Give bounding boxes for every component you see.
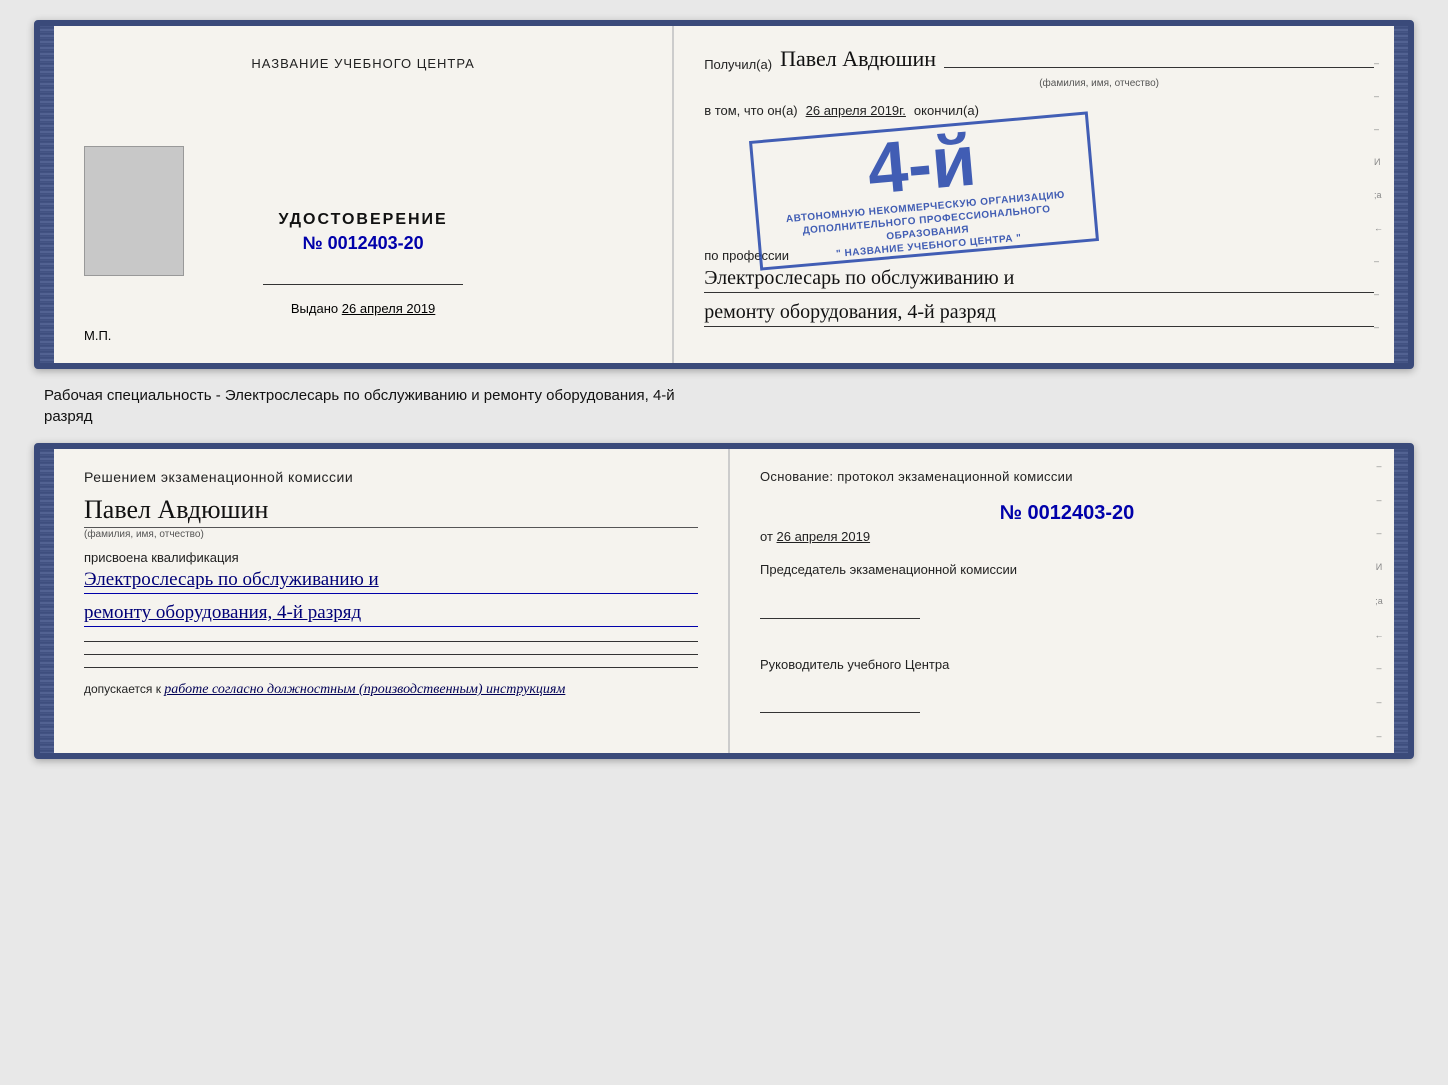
profession-line2: ремонту оборудования, 4-й разряд (704, 301, 1374, 327)
bottom-certificate-booklet: Решением экзаменационной комиссии Павел … (34, 443, 1414, 759)
bottom-left-page: Решением экзаменационной комиссии Павел … (54, 449, 730, 753)
exam-commission-title: Решением экзаменационной комиссии (84, 469, 698, 485)
issued-date: Выдано 26 апреля 2019 (291, 301, 435, 316)
photo-placeholder (84, 146, 184, 276)
predsedatel-label: Председатель экзаменационной комиссии (760, 560, 1374, 580)
ruk-label: Руководитель учебного Центра (760, 655, 1374, 675)
received-line: Получил(а) Павел Авдюшин (704, 46, 1374, 72)
stamp-text-line1: АВТОНОМНУЮ НЕКОММЕРЧЕСКУЮ ОРГАНИЗАЦИЮ (786, 189, 1066, 226)
right-page: Получил(а) Павел Авдюшин (фамилия, имя, … (674, 26, 1394, 363)
cert-number: № 0012403-20 (278, 233, 447, 254)
prisvoena-label: присвоена квалификация (84, 550, 698, 565)
osnov-label: Основание: протокол экзаменационной коми… (760, 469, 1374, 484)
sig-line-2 (84, 654, 698, 655)
person-name: Павел Авдюшин (780, 46, 936, 72)
bottom-right-edge-deco: – – – И ;а ← – – – (1368, 449, 1390, 753)
bottom-spine-left (40, 449, 54, 753)
po-professii-label: по профессии (704, 248, 1374, 263)
cert-title: УДОСТОВЕРЕНИЕ (278, 211, 447, 229)
vtom-line: в том, что он(а) 26 апреля 2019г. окончи… (704, 103, 1374, 118)
stamp-text-line2: ДОПОЛНИТЕЛЬНОГО ПРОФЕССИОНАЛЬНОГО ОБРАЗО… (760, 199, 1095, 254)
ruk-sig (760, 708, 1374, 713)
stamp-number: 4-й (865, 125, 979, 206)
stamp: 4-й АВТОНОМНУЮ НЕКОММЕРЧЕСКУЮ ОРГАНИЗАЦИ… (749, 111, 1099, 270)
profession-block: по профессии Электрослесарь по обслужива… (704, 248, 1374, 327)
person-sub-label: (фамилия, имя, отчество) (824, 78, 1374, 89)
mp-label: М.П. (84, 328, 111, 343)
sig-line-1 (84, 641, 698, 642)
qualification-line1: Электрослесарь по обслуживанию и (84, 569, 698, 594)
qualification-line2: ремонту оборудования, 4-й разряд (84, 602, 698, 627)
bottom-person-sub: (фамилия, имя, отчество) (84, 527, 698, 540)
dopuskaetsya-block: допускается к работе согласно должностны… (84, 682, 698, 698)
profession-line1: Электрослесарь по обслуживанию и (704, 267, 1374, 293)
center-title: НАЗВАНИЕ УЧЕБНОГО ЦЕНТРА (251, 56, 474, 71)
right-edge-deco: – – – И ;а ← – – – (1374, 26, 1394, 363)
left-page: НАЗВАНИЕ УЧЕБНОГО ЦЕНТРА УДОСТОВЕРЕНИЕ №… (54, 26, 674, 363)
bottom-person-name: Павел Авдюшин (84, 495, 698, 525)
spine-left (40, 26, 54, 363)
protokol-number: № 0012403-20 (760, 502, 1374, 525)
predsedatel-sig (760, 614, 1374, 619)
ot-date: от 26 апреля 2019 (760, 529, 1374, 544)
bottom-right-page: Основание: протокол экзаменационной коми… (730, 449, 1394, 753)
signature-line-left (263, 284, 463, 285)
middle-text: Рабочая специальность - Электрослесарь п… (34, 385, 1414, 427)
spine-right (1394, 26, 1408, 363)
top-certificate-booklet: НАЗВАНИЕ УЧЕБНОГО ЦЕНТРА УДОСТОВЕРЕНИЕ №… (34, 20, 1414, 369)
bottom-spine-right (1394, 449, 1408, 753)
sig-line-3 (84, 667, 698, 668)
